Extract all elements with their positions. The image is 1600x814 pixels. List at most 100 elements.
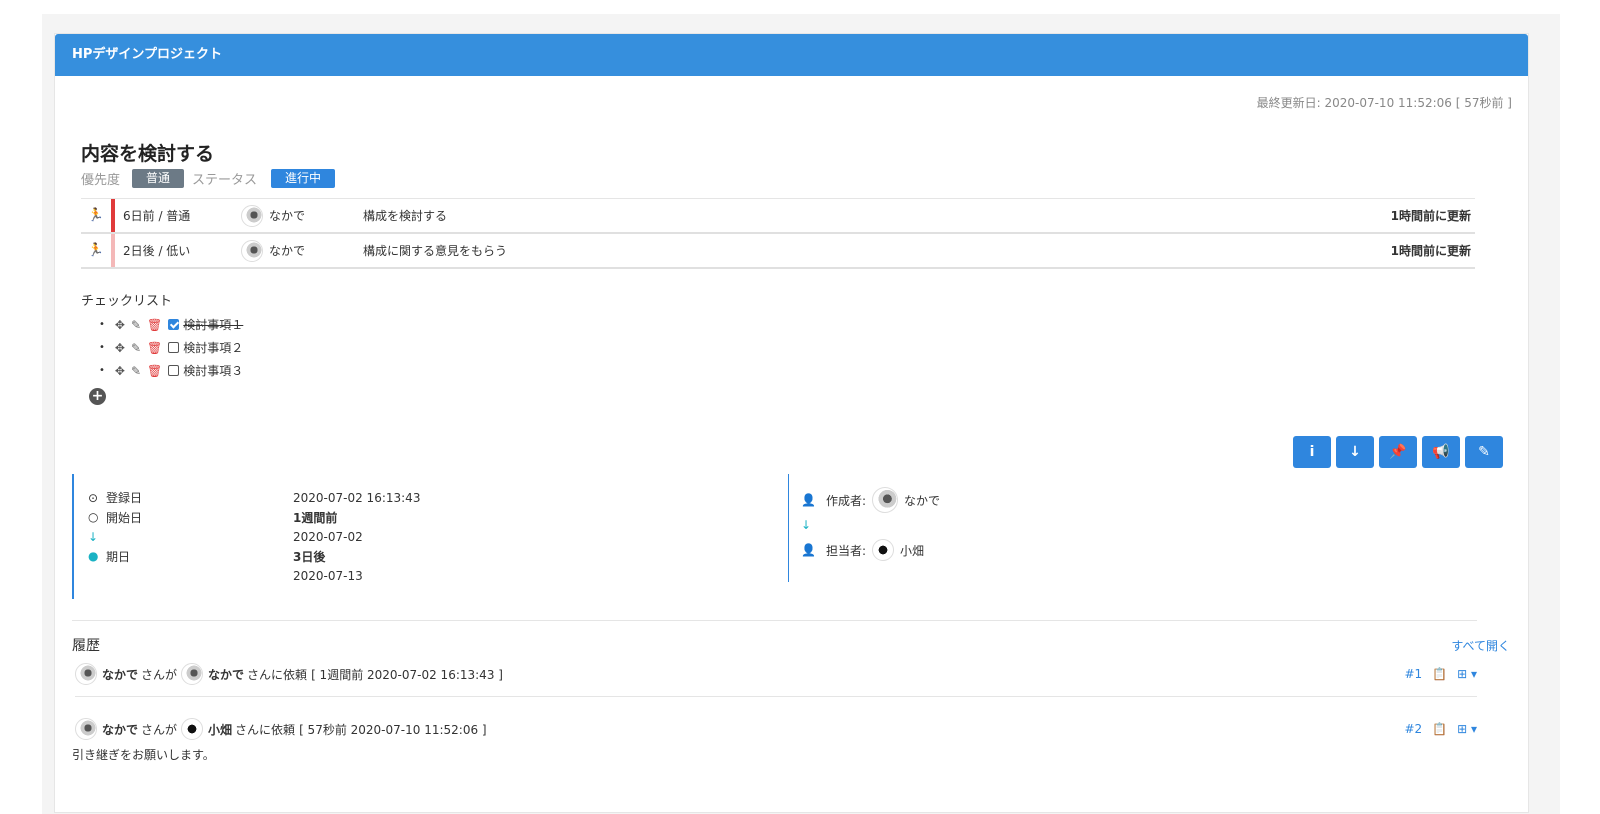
checklist-item-label: 検討事項３ [183, 364, 244, 378]
history-meta: [ 57秒前 2020-07-10 11:52:06 ] [299, 722, 487, 737]
pin-icon[interactable]: 📌 [1379, 436, 1417, 468]
action-buttons: i ↓ 📌 📢 ✎ [1293, 436, 1503, 468]
avatar [181, 718, 204, 740]
pencil-icon[interactable]: ✎ [131, 364, 141, 378]
avatar [872, 487, 899, 513]
people-section: 👤 作成者: なかで ↓ 👤 担当者: 小畑 [801, 487, 940, 563]
running-person-icon: 🏃 [87, 208, 105, 223]
avatar [872, 539, 895, 561]
subtask-user: なかで [235, 239, 363, 262]
status-label: ステータス [192, 173, 258, 188]
last-updated: 最終更新日: 2020-07-10 11:52:06 [ 57秒前 ] [1256, 96, 1512, 110]
history-number[interactable]: #2 [1404, 722, 1422, 736]
subtask-text[interactable]: 構成を検討する [363, 207, 1391, 224]
pencil-icon[interactable]: ✎ [131, 341, 141, 355]
circle-outline-icon: ○ [88, 510, 99, 525]
checklist-heading: チェックリスト [81, 294, 173, 309]
circle-filled-icon: ● [88, 549, 99, 564]
sitemap-icon[interactable]: ⊞ ▾ [1457, 722, 1477, 736]
user-cog-icon: 👤 [801, 543, 816, 557]
history-tools: #2 📋 ⊞ ▾ [1404, 722, 1477, 736]
dot-circle-icon: ⊙ [88, 490, 99, 505]
assignee-name: 小畑 [900, 543, 925, 558]
arrow-down-icon: ↓ [88, 529, 99, 544]
people-divider [788, 474, 798, 582]
start-label: 開始日 [106, 510, 143, 525]
avatar [75, 718, 97, 740]
history-entry: なかで さんが 小畑 さんに依頼 [ 57秒前 2020-07-10 11:52… [72, 718, 1477, 763]
pencil-icon[interactable]: ✎ [131, 318, 141, 332]
subtask-due: 2日後 / 低い [123, 244, 191, 258]
checklist: チェックリスト • ✥ ✎ 🗑 検討事項１ • ✥ ✎ 🗑 検討事項２ • ✥ [81, 290, 243, 382]
history-from-suffix: さんが [141, 722, 178, 737]
task-title: 内容を検討する [81, 143, 215, 165]
status-badge[interactable]: 進行中 [271, 169, 336, 188]
history-title: 履歴 [72, 638, 100, 654]
due-relative: 3日後 [293, 549, 326, 564]
subtask-list: 🏃 6日前 / 普通 なかで 構成を検討する 1時間前に更新 🏃 2日後 / 低… [81, 198, 1475, 269]
info-icon[interactable]: i [1293, 436, 1331, 468]
checklist-item: • ✥ ✎ 🗑 検討事項３ [99, 359, 243, 382]
bullhorn-icon[interactable]: 📢 [1422, 436, 1460, 468]
due-label: 期日 [106, 549, 131, 564]
history-number[interactable]: #1 [1404, 667, 1422, 681]
copy-icon[interactable]: 📋 [1432, 722, 1447, 736]
checklist-item-label: 検討事項１ [183, 318, 244, 332]
move-icon[interactable]: ✥ [115, 318, 125, 332]
avatar [181, 663, 204, 685]
due-value: 2020-07-13 [293, 568, 363, 583]
project-title: HPデザインプロジェクト [55, 34, 1528, 76]
subtask-user-name: なかで [269, 244, 306, 258]
trash-icon[interactable]: 🗑 [147, 341, 162, 355]
add-checklist-item-icon[interactable]: + [89, 388, 106, 405]
sitemap-icon[interactable]: ⊞ ▾ [1457, 667, 1477, 681]
assignee-label: 担当者: [826, 543, 867, 558]
bullet: • [99, 342, 105, 353]
checklist-item: • ✥ ✎ 🗑 検討事項１ [99, 313, 243, 336]
start-value: 2020-07-02 [293, 529, 363, 544]
subtask-user-name: なかで [269, 209, 306, 223]
move-icon[interactable]: ✥ [115, 364, 125, 378]
move-icon[interactable]: ✥ [115, 341, 125, 355]
trash-icon[interactable]: 🗑 [147, 364, 162, 378]
history-entry: なかで さんが なかで さんに依頼 [ 1週間前 2020-07-02 16:1… [75, 663, 1477, 697]
edit-icon[interactable]: ✎ [1465, 436, 1503, 468]
trash-icon[interactable]: 🗑 [147, 318, 162, 332]
subtask-row[interactable]: 🏃 6日前 / 普通 なかで 構成を検討する 1時間前に更新 [81, 199, 1475, 234]
priority-label: 優先度 [81, 173, 121, 188]
copy-icon[interactable]: 📋 [1432, 667, 1447, 681]
history-tools: #1 📋 ⊞ ▾ [1404, 667, 1477, 681]
history-to: なかで [208, 667, 245, 682]
avatar [241, 239, 263, 262]
creator-name: なかで [904, 493, 941, 508]
running-person-icon: 🏃 [87, 243, 105, 258]
subtask-due: 6日前 / 普通 [123, 209, 191, 223]
start-relative: 1週間前 [293, 510, 338, 525]
arrow-down-icon: ↓ [801, 518, 812, 532]
checklist-item-label: 検討事項２ [183, 341, 244, 355]
divider [72, 620, 1477, 621]
checkbox[interactable] [168, 342, 180, 353]
subtask-updated: 1時間前に更新 [1390, 244, 1471, 258]
checkbox[interactable] [168, 365, 180, 376]
checkbox[interactable] [168, 319, 180, 330]
creator-label: 作成者: [826, 493, 867, 508]
history-to-suffix: さんに依頼 [247, 667, 308, 682]
priority-badge[interactable]: 普通 [132, 169, 185, 188]
registered-label: 登録日 [106, 491, 143, 506]
subtask-text[interactable]: 構成に関する意見をもらう [363, 242, 1391, 259]
bullet: • [99, 365, 105, 376]
open-all-link[interactable]: すべて開く [1451, 637, 1510, 654]
checklist-item: • ✥ ✎ 🗑 検討事項２ [99, 336, 243, 359]
history-to-suffix: さんに依頼 [235, 722, 296, 737]
avatar [75, 663, 97, 685]
bullet: • [99, 319, 105, 330]
subtask-row[interactable]: 🏃 2日後 / 低い なかで 構成に関する意見をもらう 1時間前に更新 [81, 234, 1475, 269]
user-edit-icon: 👤 [801, 493, 816, 507]
arrow-down-icon[interactable]: ↓ [1336, 436, 1374, 468]
priority-bar [111, 199, 115, 232]
avatar [241, 204, 263, 227]
history-from: なかで [102, 667, 139, 682]
subtask-updated: 1時間前に更新 [1390, 209, 1471, 223]
task-panel: HPデザインプロジェクト 最終更新日: 2020-07-10 11:52:06 … [54, 33, 1529, 813]
